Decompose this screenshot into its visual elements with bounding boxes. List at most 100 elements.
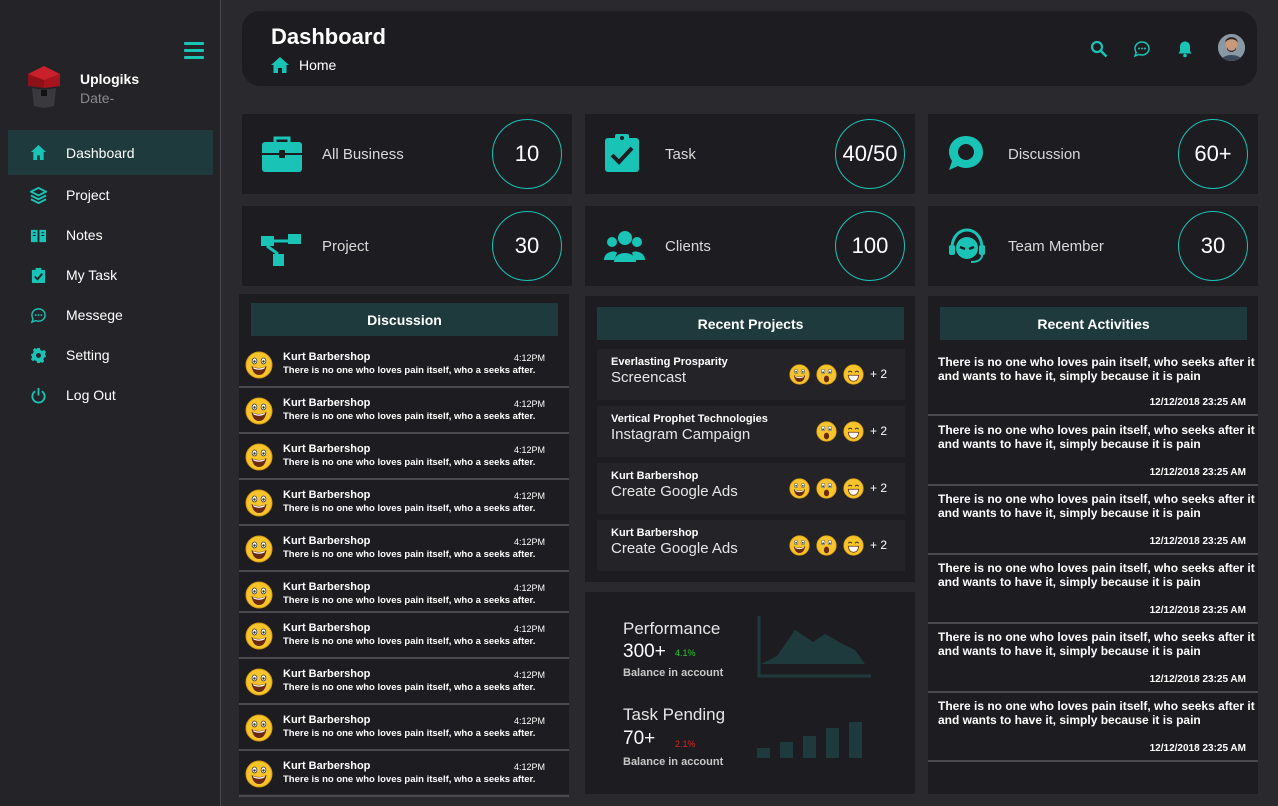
project-more-count[interactable]: + 2 xyxy=(870,424,887,438)
project-company: Everlasting Prosparity xyxy=(611,356,728,368)
project-item[interactable]: Kurt Barbershop Create Google Ads + 2 xyxy=(597,520,905,571)
stat-value: 60+ xyxy=(1178,119,1248,189)
discussion-item[interactable]: Kurt Barbershop 4:12PM There is no one who… xyxy=(239,615,569,659)
activity-item[interactable]: There is no one who loves pain itself, w… xyxy=(928,693,1258,762)
project-more-count[interactable]: + 2 xyxy=(870,538,887,552)
gear-icon xyxy=(29,346,47,364)
smile-emoji-icon xyxy=(843,535,864,556)
sidebar-item-messege[interactable]: Messege xyxy=(8,295,213,335)
discussion-time: 4:12PM xyxy=(514,491,546,501)
smile-emoji-icon xyxy=(843,421,864,442)
discussion-item[interactable]: Kurt Barbershop 4:12PM There is no one who… xyxy=(239,753,569,797)
stat-card-team-member[interactable]: Team Member 30 xyxy=(928,206,1258,286)
activity-item[interactable]: There is no one who loves pain itself, w… xyxy=(928,555,1258,624)
discussion-time: 4:12PM xyxy=(514,353,546,363)
project-item[interactable]: Kurt Barbershop Create Google Ads + 2 xyxy=(597,463,905,514)
sidebar-item-my-task[interactable]: My Task xyxy=(8,255,213,295)
grin-emoji-icon xyxy=(789,478,810,499)
book-icon xyxy=(29,226,47,244)
workflow-icon xyxy=(261,234,301,266)
activity-item[interactable]: There is no one who loves pain itself, w… xyxy=(928,486,1258,555)
breadcrumb-home[interactable]: Home xyxy=(299,57,336,73)
discussion-message: There is no one who loves pain itself, w… xyxy=(283,774,536,785)
performance-value: 300+ xyxy=(623,641,666,662)
avatar[interactable] xyxy=(1218,34,1245,61)
discussion-item[interactable]: Kurt Barbershop 4:12PM There is no one who… xyxy=(239,661,569,705)
grin-emoji-icon xyxy=(789,535,810,556)
discussion-author: Kurt Barbershop xyxy=(283,581,371,593)
search-icon[interactable] xyxy=(1090,40,1108,58)
grin-emoji-icon xyxy=(789,364,810,385)
clipboard-check-icon xyxy=(605,134,639,172)
menu-toggle-icon[interactable] xyxy=(184,42,204,60)
activity-time: 12/12/2018 23:25 AM xyxy=(1149,605,1246,616)
discussion-time: 4:12PM xyxy=(514,716,546,726)
stat-card-task[interactable]: Task 40/50 xyxy=(585,114,915,194)
activity-text: There is no one who loves pain itself, w… xyxy=(938,561,1255,589)
activity-item[interactable]: There is no one who loves pain itself, w… xyxy=(928,349,1258,416)
discussion-time: 4:12PM xyxy=(514,762,546,772)
header: Dashboard Home xyxy=(242,11,1257,86)
sidebar-item-label: Project xyxy=(66,187,110,203)
stat-card-all-business[interactable]: All Business 10 xyxy=(242,114,572,194)
project-more-count[interactable]: + 2 xyxy=(870,481,887,495)
project-more-count[interactable]: + 2 xyxy=(870,367,887,381)
sidebar-item-label: Messege xyxy=(66,307,123,323)
sidebar-item-setting[interactable]: Setting xyxy=(8,335,213,375)
activity-time: 12/12/2018 23:25 AM xyxy=(1149,397,1246,408)
stat-value: 40/50 xyxy=(835,119,905,189)
discussion-item[interactable]: Kurt Barbershop 4:12PM There is no one who… xyxy=(239,482,569,526)
discussion-item[interactable]: Kurt Barbershop 4:12PM There is no one who… xyxy=(239,344,569,388)
discussion-author: Kurt Barbershop xyxy=(283,535,371,547)
shock-emoji-icon xyxy=(816,535,837,556)
discussion-item[interactable]: Kurt Barbershop 4:12PM There is no one who… xyxy=(239,436,569,480)
performance-change: 4.1% xyxy=(675,648,696,658)
briefcase-icon xyxy=(262,136,302,172)
smile-emoji-icon xyxy=(843,364,864,385)
performance-panel: Performance 300+ 4.1% Balance in account… xyxy=(585,592,915,794)
activity-item[interactable]: There is no one who loves pain itself, w… xyxy=(928,417,1258,486)
discussion-time: 4:12PM xyxy=(514,670,546,680)
layers-icon xyxy=(29,186,47,204)
task-pending-value: 70+ xyxy=(623,728,656,749)
sidebar-item-notes[interactable]: Notes xyxy=(8,215,213,255)
sidebar-item-dashboard[interactable]: Dashboard xyxy=(8,130,213,175)
project-item[interactable]: Vertical Prophet Technologies Instagram C… xyxy=(597,406,905,457)
activity-item[interactable]: There is no one who loves pain itself, w… xyxy=(928,624,1258,693)
sidebar-item-project[interactable]: Project xyxy=(8,175,213,215)
home-icon xyxy=(29,144,47,162)
discussion-item[interactable]: Kurt Barbershop 4:12PM There is no one who… xyxy=(239,574,569,613)
discussion-message: There is no one who loves pain itself, w… xyxy=(283,411,536,422)
discussion-item[interactable]: Kurt Barbershop 4:12PM There is no one who… xyxy=(239,528,569,572)
emoji-avatar-icon xyxy=(245,668,273,696)
stat-label: All Business xyxy=(322,146,404,163)
sidebar-item-log-out[interactable]: Log Out xyxy=(8,375,213,415)
stat-label: Clients xyxy=(665,238,711,255)
discussion-author: Kurt Barbershop xyxy=(283,622,371,634)
discussion-author: Kurt Barbershop xyxy=(283,443,371,455)
discussion-message: There is no one who loves pain itself, w… xyxy=(283,503,536,514)
stat-card-project[interactable]: Project 30 xyxy=(242,206,572,286)
stat-value: 10 xyxy=(492,119,562,189)
discussion-author: Kurt Barbershop xyxy=(283,351,371,363)
activity-time: 12/12/2018 23:25 AM xyxy=(1149,467,1246,478)
activity-text: There is no one who loves pain itself, w… xyxy=(938,423,1255,451)
chat-bubble-icon xyxy=(949,136,983,170)
breadcrumb[interactable]: Home xyxy=(271,57,336,73)
discussion-item[interactable]: Kurt Barbershop 4:12PM There is no one who… xyxy=(239,707,569,751)
emoji-avatar-icon xyxy=(245,535,273,563)
discussion-author: Kurt Barbershop xyxy=(283,397,371,409)
stat-card-clients[interactable]: Clients 100 xyxy=(585,206,915,286)
emoji-avatar-icon xyxy=(245,397,273,425)
activity-text: There is no one who loves pain itself, w… xyxy=(938,492,1255,520)
project-item[interactable]: Everlasting Prosparity Screencast + 2 xyxy=(597,349,905,400)
discussion-author: Kurt Barbershop xyxy=(283,489,371,501)
stat-card-discussion[interactable]: Discussion 60+ xyxy=(928,114,1258,194)
stat-label: Team Member xyxy=(1008,238,1104,255)
emoji-avatar-icon xyxy=(245,760,273,788)
stat-label: Task xyxy=(665,146,696,163)
bell-icon[interactable] xyxy=(1176,40,1194,58)
chat-icon[interactable] xyxy=(1133,40,1151,58)
discussion-author: Kurt Barbershop xyxy=(283,668,371,680)
discussion-item[interactable]: Kurt Barbershop 4:12PM There is no one who… xyxy=(239,390,569,434)
